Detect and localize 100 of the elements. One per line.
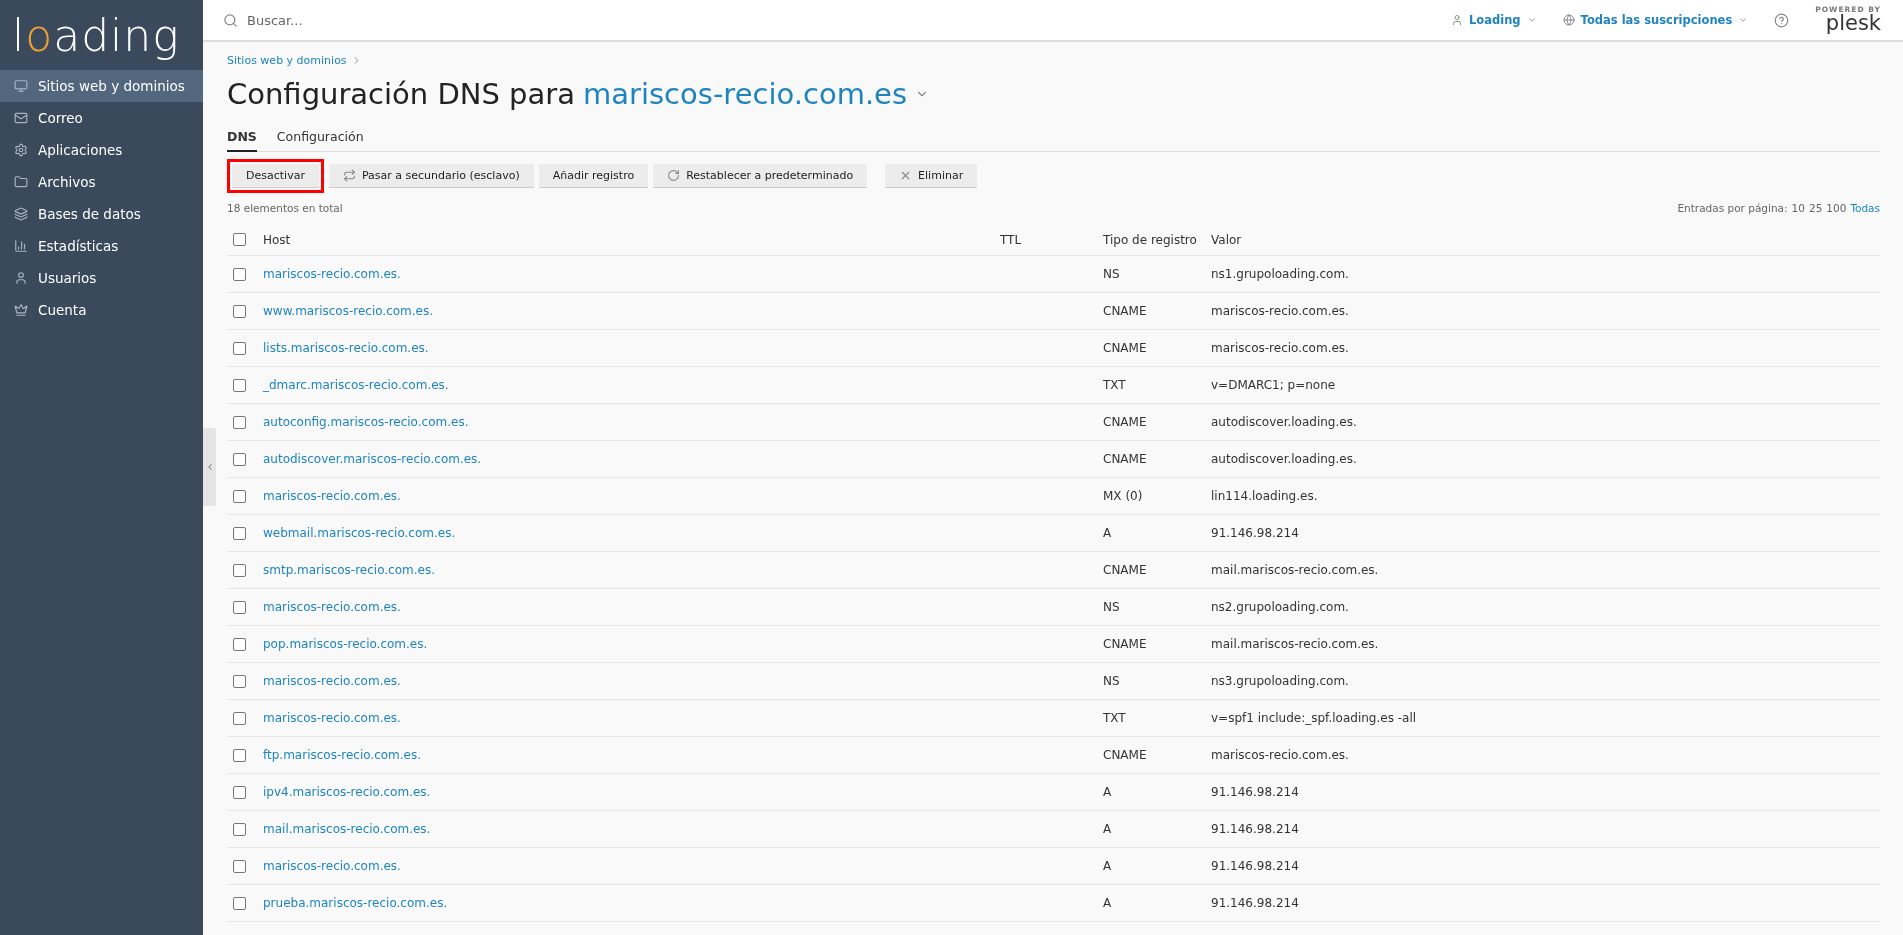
row-checkbox[interactable] (233, 341, 246, 355)
row-checkbox[interactable] (233, 378, 246, 392)
total-count: 18 elementos en total (227, 202, 343, 214)
row-checkbox[interactable] (233, 452, 246, 466)
row-checkbox[interactable] (233, 711, 246, 725)
sidebar-item[interactable]: Aplicaciones (0, 134, 203, 166)
host-link[interactable]: mail.mariscos-recio.com.es. (263, 822, 431, 836)
folder-icon (14, 175, 28, 189)
table-cell-text: NS (1103, 267, 1121, 281)
user-icon (14, 271, 28, 285)
sidebar-item[interactable]: Sitios web y dominios (0, 70, 203, 102)
host-link[interactable]: mariscos-recio.com.es. (263, 859, 401, 873)
host-link[interactable]: smtp.mariscos-recio.com.es. (263, 563, 435, 577)
help-icon[interactable] (1774, 12, 1790, 28)
column-header: Tipo de registro (1103, 232, 1198, 247)
host-link[interactable]: autoconfig.mariscos-recio.com.es. (263, 415, 469, 429)
sidebar-item[interactable]: Archivos (0, 166, 203, 198)
globe-icon (1562, 14, 1575, 26)
user-menu[interactable]: Loading (1451, 13, 1537, 27)
column-header: Valor (1211, 232, 1243, 247)
page-size-label: Entradas por página: (1677, 202, 1788, 214)
arrows-icon (342, 169, 356, 182)
row-checkbox[interactable] (233, 489, 246, 503)
table-cell-text: A (1103, 859, 1113, 873)
user-icon (1451, 14, 1463, 26)
table-cell-text: CNAME (1103, 452, 1148, 466)
column-header: Host (263, 232, 292, 247)
table-cell-text: 91.146.98.214 (1211, 896, 1300, 910)
page-title: Configuración DNS para (227, 77, 575, 111)
row-checkbox[interactable] (233, 415, 246, 429)
collapse-handle[interactable] (203, 428, 216, 506)
page-size-link[interactable]: Todas (1850, 202, 1880, 214)
bar-chart-icon (14, 239, 28, 253)
row-checkbox[interactable] (233, 304, 246, 318)
row-checkbox[interactable] (233, 600, 246, 614)
domain-link[interactable]: mariscos-recio.com.es (583, 77, 908, 111)
host-link[interactable]: prueba.mariscos-recio.com.es. (263, 896, 448, 910)
table-cell-text: TXT (1103, 711, 1127, 725)
brand-logo: plesk (1825, 13, 1881, 35)
sidebar-item[interactable]: Usuarios (0, 262, 203, 294)
table-cell-text: mariscos-recio.com.es. (1211, 748, 1350, 762)
table-cell-text: autodiscover.loading.es. (1211, 452, 1358, 466)
row-checkbox[interactable] (233, 526, 246, 540)
table-cell-text: CNAME (1103, 304, 1148, 318)
sidebar-item[interactable]: Bases de datos (0, 198, 203, 230)
host-link[interactable]: www.mariscos-recio.com.es. (263, 304, 434, 318)
host-link[interactable]: mariscos-recio.com.es. (263, 711, 401, 725)
layers-icon (14, 207, 28, 221)
host-link[interactable]: lists.mariscos-recio.com.es. (263, 341, 429, 355)
row-checkbox[interactable] (233, 674, 246, 688)
table-cell-text: CNAME (1103, 748, 1148, 762)
table-cell-text: CNAME (1103, 637, 1148, 651)
sidebar-item[interactable]: Estadísticas (0, 230, 203, 262)
row-checkbox[interactable] (233, 822, 246, 836)
page-size-link[interactable]: 100 (1826, 202, 1847, 214)
host-link[interactable]: mariscos-recio.com.es. (263, 674, 401, 688)
envelope-icon (14, 111, 28, 125)
toolbar-button[interactable]: Añadir registro (538, 164, 649, 188)
table-cell-text: NS (1103, 600, 1121, 614)
tab[interactable]: DNS (227, 125, 257, 152)
toolbar-button[interactable]: Eliminar (885, 164, 978, 188)
crown-icon (14, 303, 28, 317)
subscriptions-menu[interactable]: Todas las suscripciones (1562, 13, 1749, 27)
row-checkbox[interactable] (233, 748, 246, 762)
row-checkbox[interactable] (233, 637, 246, 651)
gear-icon (14, 143, 28, 157)
host-link[interactable]: mariscos-recio.com.es. (263, 267, 401, 281)
table-cell-text: ns1.grupoloading.com. (1211, 267, 1350, 281)
table-cell-text: A (1103, 526, 1113, 540)
toolbar-button[interactable]: Pasar a secundario (esclavo) (328, 164, 534, 188)
table-cell-text: NS (1103, 674, 1121, 688)
page-size-link[interactable]: 25 (1808, 202, 1823, 214)
sidebar-item[interactable]: Correo (0, 102, 203, 134)
select-all-checkbox[interactable] (233, 233, 246, 246)
table-cell-text: A (1103, 822, 1113, 836)
toolbar-button[interactable]: Desactivar (232, 164, 319, 188)
table-cell-text: 91.146.98.214 (1211, 822, 1300, 836)
search-field[interactable]: Buscar... (245, 11, 549, 29)
row-checkbox[interactable] (233, 785, 246, 799)
host-link[interactable]: mariscos-recio.com.es. (263, 600, 401, 614)
row-checkbox[interactable] (233, 563, 246, 577)
host-link[interactable]: pop.mariscos-recio.com.es. (263, 637, 428, 651)
host-link[interactable]: ipv4.mariscos-recio.com.es. (263, 785, 431, 799)
table-cell-text: v=DMARC1; p=none (1211, 378, 1337, 392)
host-link[interactable]: autodiscover.mariscos-recio.com.es. (263, 452, 482, 466)
table-cell-text: mail.mariscos-recio.com.es. (1211, 563, 1380, 577)
page-size-link[interactable]: 10 (1791, 202, 1805, 214)
tab[interactable]: Configuración (276, 125, 364, 152)
sidebar-item[interactable]: Cuenta (0, 294, 203, 326)
breadcrumb-link[interactable]: Sitios web y dominios (227, 54, 347, 67)
host-link[interactable]: _dmarc.mariscos-recio.com.es. (263, 378, 449, 392)
host-link[interactable]: ftp.mariscos-recio.com.es. (263, 748, 422, 762)
row-checkbox[interactable] (233, 859, 246, 873)
row-checkbox[interactable] (233, 896, 246, 910)
table-cell-text: CNAME (1103, 415, 1148, 429)
host-link[interactable]: mariscos-recio.com.es. (263, 489, 401, 503)
toolbar-button[interactable]: Restablecer a predeterminado (653, 164, 868, 188)
host-link[interactable]: webmail.mariscos-recio.com.es. (263, 526, 456, 540)
table-cell-text: CNAME (1103, 341, 1148, 355)
row-checkbox[interactable] (233, 267, 246, 281)
